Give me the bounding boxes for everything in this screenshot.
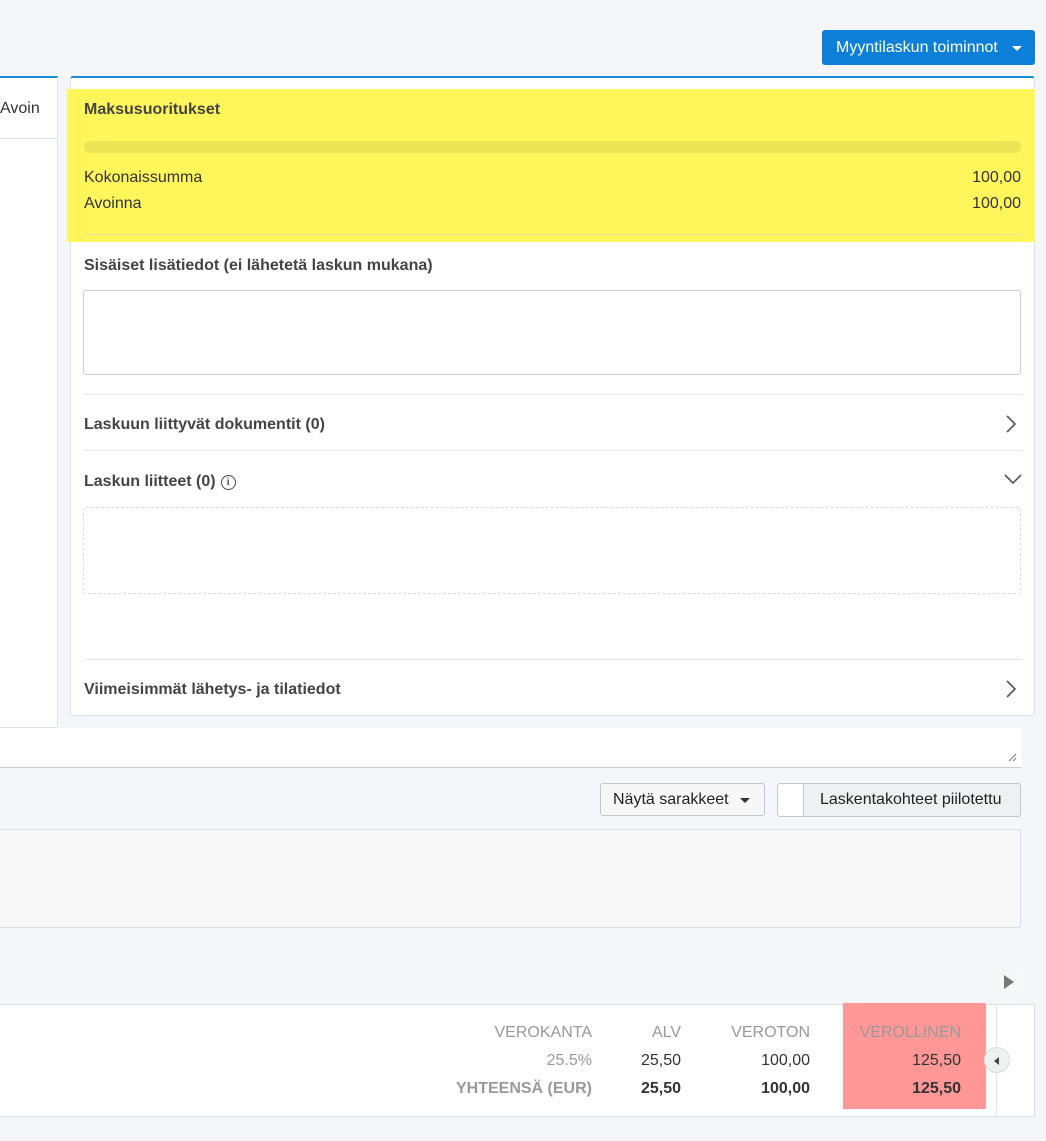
cost-centers-toggle-label: Laskentakohteet piilotettu: [820, 791, 1002, 808]
chevron-right-icon[interactable]: [1005, 679, 1017, 699]
resize-grip-icon[interactable]: [1007, 752, 1017, 762]
latest-status-section-title[interactable]: Viimeisimmät lähetys- ja tilatiedot: [84, 681, 341, 699]
vat-value: 25,50: [640, 1052, 681, 1069]
divider: [84, 659, 1021, 660]
total-amount-value: 100,00: [972, 169, 1021, 186]
header-gross: VEROLLINEN: [859, 1024, 961, 1041]
internal-notes-title: Sisäiset lisätiedot (ei lähetetä laskun …: [84, 257, 433, 274]
header-net: VEROTON: [731, 1024, 810, 1041]
arrow-right-icon[interactable]: [1004, 975, 1014, 989]
info-icon[interactable]: i: [220, 474, 236, 490]
attachments-section-title[interactable]: Laskun liitteet (0) i: [84, 473, 236, 491]
chevron-down-icon[interactable]: [1003, 472, 1023, 486]
horizontal-scrollbar[interactable]: [0, 969, 1021, 993]
total-vat: 25,50: [640, 1080, 681, 1097]
invoice-rows-grid: [0, 829, 1021, 928]
divider: [0, 767, 1021, 768]
caret-down-icon: [1012, 46, 1022, 51]
left-panel: [0, 76, 58, 728]
tab-divider: [0, 138, 57, 139]
payments-title: Maksusuoritukset: [84, 101, 221, 118]
lower-textarea[interactable]: [0, 728, 1021, 768]
invoice-actions-label: Myyntilaskun toiminnot: [836, 38, 998, 56]
net-value: 100,00: [761, 1052, 810, 1069]
total-amount-label: Kokonaissumma: [84, 169, 203, 186]
collapse-totals-button[interactable]: [984, 1047, 1010, 1073]
open-amount-label: Avoinna: [84, 195, 142, 212]
cost-centers-toggle[interactable]: Laskentakohteet piilotettu: [777, 783, 1021, 817]
payment-progress-bar: [84, 141, 1021, 153]
show-columns-label: Näytä sarakkeet: [613, 790, 729, 808]
invoice-actions-button[interactable]: Myyntilaskun toiminnot: [822, 30, 1035, 65]
show-columns-dropdown[interactable]: Näytä sarakkeet: [600, 783, 765, 816]
total-gross: 125,50: [912, 1080, 961, 1097]
gross-value: 125,50: [912, 1052, 961, 1069]
open-amount-value: 100,00: [972, 195, 1021, 212]
internal-notes-textarea[interactable]: [83, 290, 1021, 375]
chevron-right-icon[interactable]: [1005, 414, 1017, 434]
caret-down-icon: [740, 798, 750, 803]
tab-open[interactable]: Avoin: [0, 100, 40, 118]
divider: [84, 394, 1021, 395]
total-net: 100,00: [761, 1080, 810, 1097]
documents-section-title[interactable]: Laskuun liittyvät dokumentit (0): [84, 416, 325, 434]
divider: [84, 450, 1021, 451]
toggle-knob: [778, 784, 804, 816]
attachments-title-label: Laskun liitteet (0): [84, 473, 216, 490]
divider: [84, 234, 1021, 235]
header-vat: ALV: [651, 1024, 681, 1041]
attachments-dropzone[interactable]: [83, 507, 1021, 594]
